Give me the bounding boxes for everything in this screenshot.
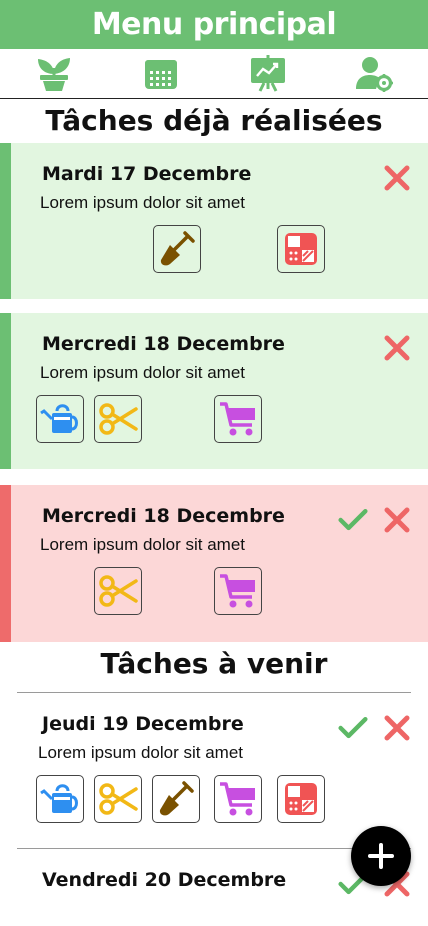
cart-icon (220, 782, 255, 816)
nav-calendar[interactable] (131, 52, 191, 96)
task-actions (338, 713, 412, 743)
cart-icon (220, 402, 255, 436)
task-shovel[interactable] (153, 225, 201, 273)
close-icon (384, 335, 410, 361)
shovel-icon (159, 781, 194, 816)
close-icon (384, 165, 410, 191)
cart-icon (220, 574, 255, 608)
app-header: Menu principal (0, 0, 428, 49)
task-card-upcoming: Jeudi 19 Decembre Lorem ipsum dolor sit … (0, 693, 428, 848)
task-cart[interactable] (214, 395, 262, 443)
task-description: Lorem ipsum dolor sit amet (40, 363, 246, 382)
page-title: Menu principal (91, 7, 337, 42)
calendar-icon (144, 59, 177, 89)
plant-icon (37, 57, 70, 91)
task-date: Mercredi 18 Decembre (42, 333, 285, 355)
delete-task-button[interactable] (382, 713, 412, 743)
done-section-title: Tâches déjà réalisées (45, 104, 383, 137)
nav-plant[interactable] (24, 52, 84, 96)
task-card-done: Mercredi 18 Decembre Lorem ipsum dolor s… (0, 313, 428, 469)
task-icons-row (40, 567, 412, 615)
add-task-button[interactable] (351, 826, 411, 886)
task-watering[interactable] (36, 775, 84, 823)
user-settings-icon (355, 56, 393, 92)
nav-chart-board[interactable] (238, 52, 298, 96)
task-actions (338, 505, 412, 535)
plus-icon (368, 843, 394, 869)
watering-can-icon (40, 784, 78, 813)
task-scissors[interactable] (94, 395, 142, 443)
task-actions (382, 333, 412, 363)
task-cart[interactable] (214, 567, 262, 615)
task-calculator[interactable] (277, 225, 325, 273)
task-card-done: Mardi 17 Decembre Lorem ipsum dolor sit … (0, 143, 428, 299)
close-icon (384, 715, 410, 741)
task-actions (382, 163, 412, 193)
task-description: Lorem ipsum dolor sit amet (38, 743, 244, 762)
delete-task-button[interactable] (382, 163, 412, 193)
task-icons-row (36, 395, 412, 443)
check-icon (338, 508, 368, 531)
watering-can-icon (40, 404, 78, 433)
delete-task-button[interactable] (382, 333, 412, 363)
shovel-icon (160, 231, 195, 266)
close-icon (384, 507, 410, 533)
task-description: Lorem ipsum dolor sit amet (40, 535, 246, 554)
nav-user-settings[interactable] (345, 52, 405, 96)
main-nav (0, 49, 428, 99)
check-icon (338, 716, 368, 739)
scissors-icon (99, 783, 138, 815)
validate-task-button[interactable] (338, 713, 368, 743)
upcoming-section-title: Tâches à venir (100, 647, 328, 680)
task-icons-row (40, 225, 412, 273)
task-calculator[interactable] (277, 775, 325, 823)
chart-board-icon (250, 54, 285, 92)
validate-task-button[interactable] (338, 505, 368, 535)
scissors-icon (99, 403, 138, 435)
calculator-icon (285, 233, 317, 265)
task-shovel[interactable] (152, 775, 200, 823)
task-scissors[interactable] (94, 775, 142, 823)
calculator-icon (285, 783, 317, 815)
task-icons-row (36, 775, 412, 823)
task-scissors[interactable] (94, 567, 142, 615)
delete-task-button[interactable] (382, 505, 412, 535)
task-watering[interactable] (36, 395, 84, 443)
task-description: Lorem ipsum dolor sit amet (40, 193, 246, 212)
task-date: Mardi 17 Decembre (42, 163, 252, 185)
task-card-missed: Mercredi 18 Decembre Lorem ipsum dolor s… (0, 485, 428, 642)
scissors-icon (99, 575, 138, 607)
task-cart[interactable] (214, 775, 262, 823)
